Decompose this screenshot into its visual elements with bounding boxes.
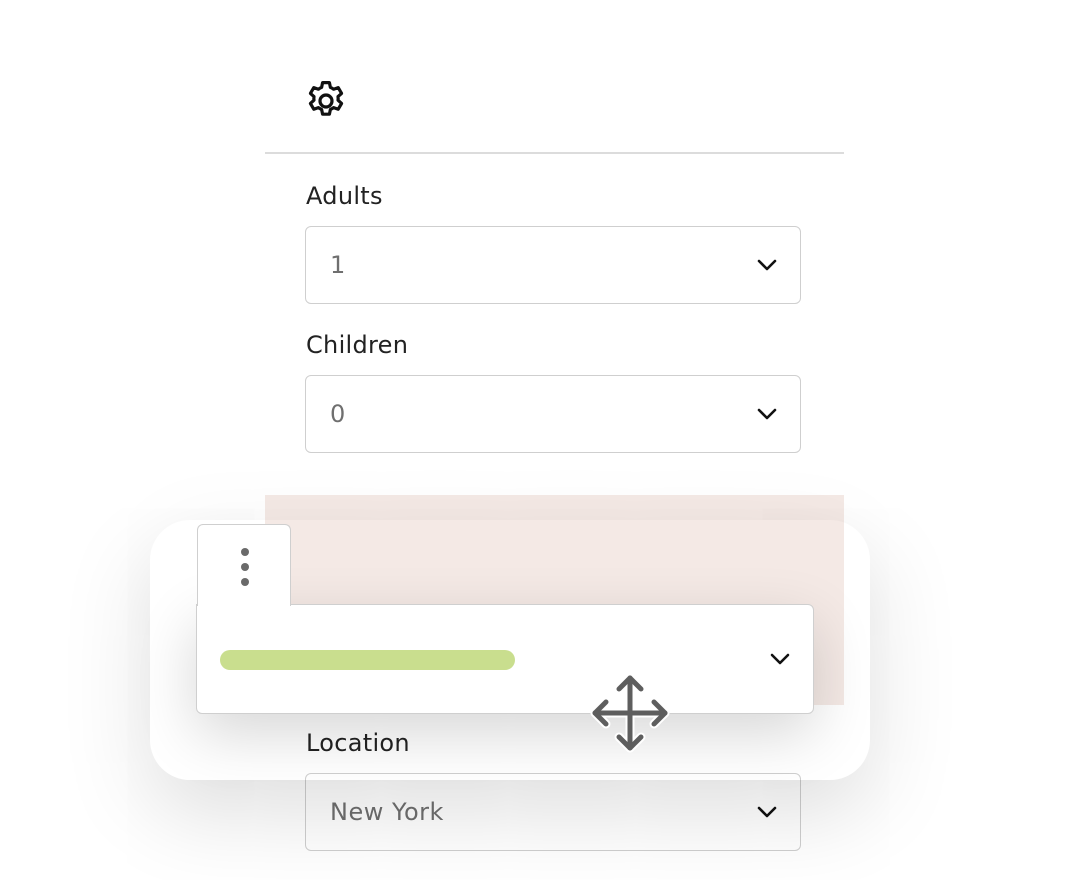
gear-icon[interactable] (302, 77, 350, 125)
chevron-down-icon (757, 408, 777, 420)
move-cursor-icon (590, 673, 670, 753)
children-label: Children (306, 331, 409, 359)
drag-handle[interactable] (197, 524, 291, 606)
placeholder-bar (220, 650, 515, 670)
chevron-down-icon (757, 259, 777, 271)
adults-label: Adults (306, 182, 383, 210)
location-label: Location (306, 729, 410, 757)
adults-value: 1 (330, 251, 346, 279)
chevron-down-icon (757, 806, 777, 818)
location-select[interactable]: New York (305, 773, 801, 851)
dragged-select-block[interactable] (196, 604, 814, 714)
vertical-dots-icon (241, 548, 249, 586)
header-divider (265, 152, 844, 154)
location-value: New York (330, 798, 444, 826)
children-value: 0 (330, 400, 346, 428)
children-select[interactable]: 0 (305, 375, 801, 453)
chevron-down-icon (770, 653, 790, 665)
adults-select[interactable]: 1 (305, 226, 801, 304)
